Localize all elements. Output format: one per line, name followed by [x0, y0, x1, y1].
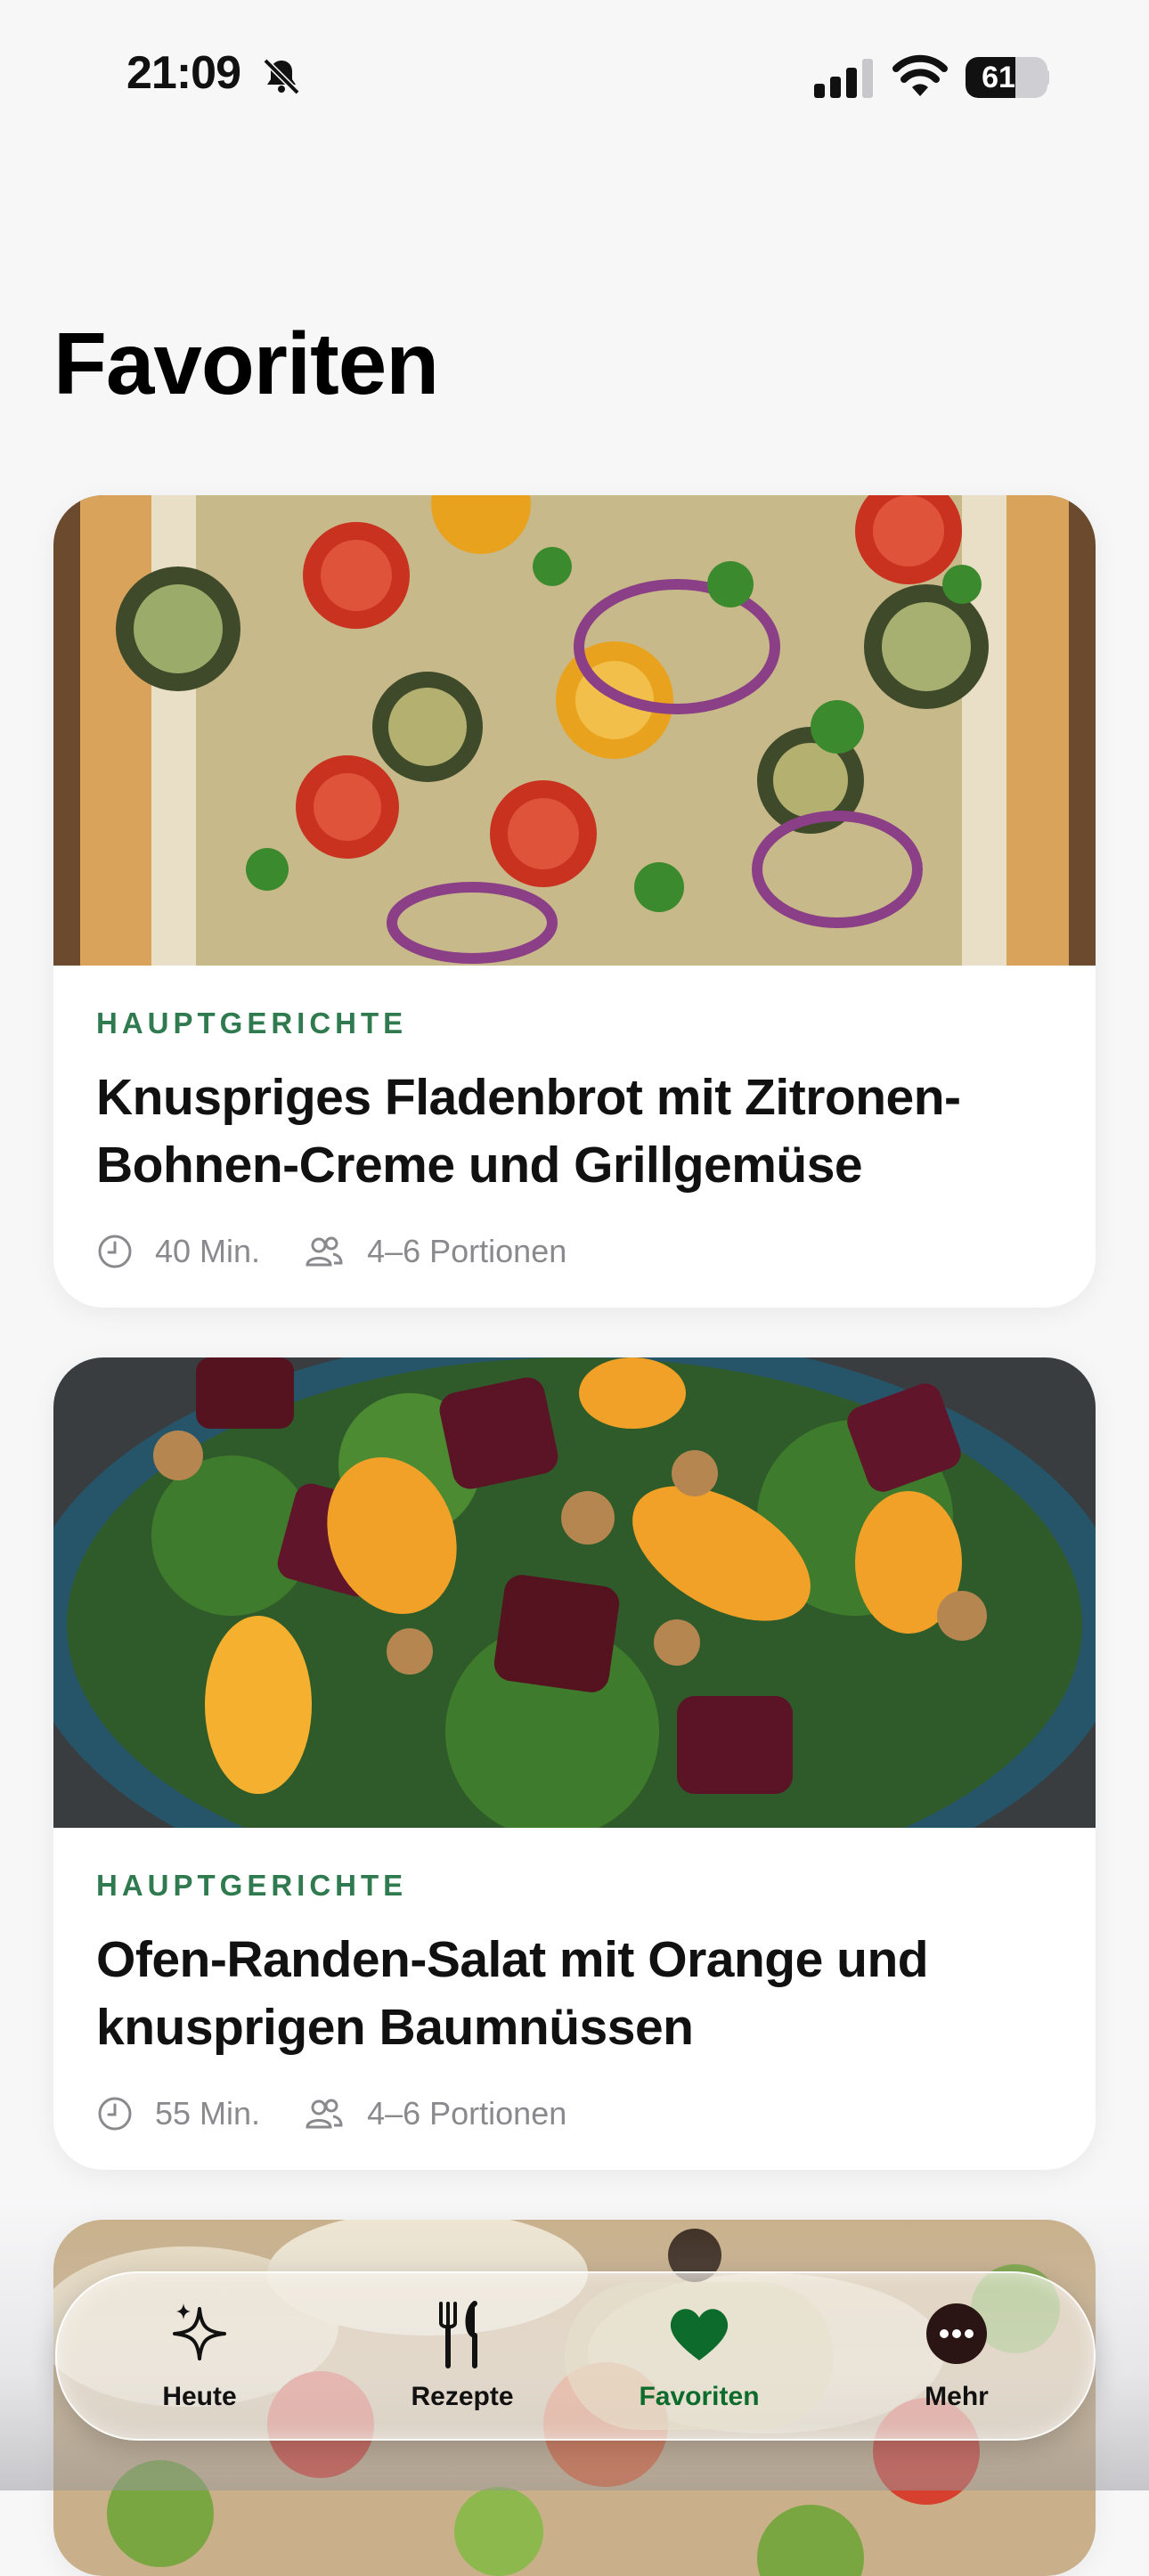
recipe-card[interactable]: HAUPTGERICHTE Knuspriges Fladenbrot mit …: [53, 495, 1096, 1308]
tab-label: Heute: [162, 2382, 237, 2411]
recipe-title: Ofen-Randen-Salat mit Orange und knuspri…: [96, 1931, 929, 2056]
recipe-servings: 4–6 Portionen: [367, 2095, 567, 2132]
status-time: 21:09: [126, 47, 241, 99]
ellipsis-circle-icon: [926, 2303, 987, 2364]
recipe-time: 40 Min.: [155, 1233, 261, 1269]
recipe-title: Knuspriges Fladenbrot mit Zitronen-Bohne…: [96, 1069, 961, 1194]
recipe-servings: 4–6 Portionen: [367, 1233, 567, 1269]
tab-favoriten[interactable]: Favoriten: [574, 2273, 825, 2439]
recipe-category: HAUPTGERICHTE: [96, 1869, 408, 1902]
tab-label: Rezepte: [411, 2382, 514, 2411]
clock-icon: [98, 1235, 132, 1268]
tab-rezepte[interactable]: Rezepte: [346, 2273, 578, 2439]
people-icon: [306, 2099, 343, 2129]
tab-label: Favoriten: [639, 2382, 760, 2411]
recipe-image-flatbread: [53, 495, 1096, 966]
tab-label: Mehr: [925, 2382, 989, 2411]
battery-tip: [1044, 69, 1049, 86]
status-bar: 21:09 61: [0, 0, 1149, 151]
recipe-card-body: HAUPTGERICHTE Knuspriges Fladenbrot mit …: [53, 966, 1096, 1308]
heart-icon: [670, 2309, 729, 2360]
battery-icon: 61: [966, 57, 1047, 98]
sparkles-icon: [173, 2303, 226, 2360]
recipe-category: HAUPTGERICHTE: [96, 1007, 408, 1039]
tab-bar: Heute Rezepte Favoriten Mehr: [55, 2271, 1096, 2441]
recipe-card-body: HAUPTGERICHTE Ofen-Randen-Salat mit Oran…: [53, 1828, 1096, 2170]
bell-slash-icon: [263, 58, 300, 95]
recipe-time: 55 Min.: [155, 2095, 261, 2132]
battery-level: 61: [982, 61, 1015, 94]
wifi-icon: [892, 54, 948, 96]
fork-knife-icon: [439, 2301, 477, 2368]
recipe-card[interactable]: HAUPTGERICHTE Ofen-Randen-Salat mit Oran…: [53, 1357, 1096, 2170]
recipe-image-beet-salad: [53, 1357, 1096, 1828]
cellular-signal-icon: [814, 59, 873, 98]
recipe-meta: 40 Min. 4–6 Portionen: [96, 1229, 607, 1274]
tab-heute[interactable]: Heute: [93, 2273, 306, 2439]
tab-mehr[interactable]: Mehr: [859, 2273, 1055, 2439]
people-icon: [306, 1236, 343, 1267]
page-title: Favoriten: [53, 314, 439, 412]
clock-icon: [98, 2097, 132, 2131]
recipe-meta: 55 Min. 4–6 Portionen: [96, 2091, 607, 2136]
